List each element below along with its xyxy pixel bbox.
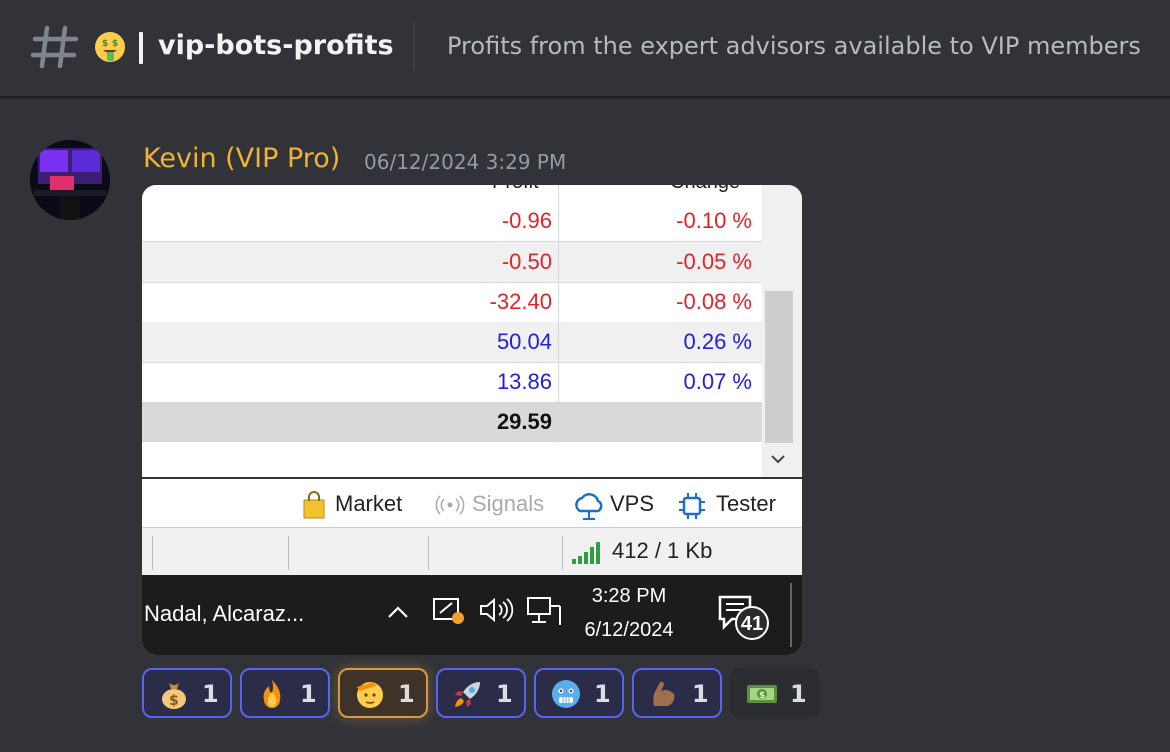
- total-profit: 29.59: [496, 409, 552, 434]
- reaction-cold-face[interactable]: 1: [534, 668, 624, 718]
- connection-status: 412 / 1 Kb: [612, 538, 713, 563]
- message-timestamp: 06/12/2024 3:29 PM: [364, 150, 567, 174]
- header-divider: [413, 23, 415, 71]
- taskbar-app-label[interactable]: Nadal, Alcaraz...: [144, 601, 304, 627]
- signal-bars-icon: [572, 542, 600, 564]
- channel-topic[interactable]: Profits from the expert advisors availab…: [447, 32, 1141, 60]
- image-attachment[interactable]: Profit Change -0.96 -0.10 % -0.50 -0.05 …: [142, 185, 802, 655]
- chip-icon: [679, 493, 705, 519]
- status-divider: [428, 536, 429, 570]
- profit-cell: -0.96: [501, 208, 552, 233]
- column-divider: [558, 185, 559, 443]
- reaction-flexed-biceps[interactable]: 1: [632, 668, 722, 718]
- channel-header: $ $ vip-bots-profits Profits from the ex…: [0, 0, 1170, 98]
- rocket-icon: [455, 682, 480, 707]
- money-bag-icon: $: [162, 683, 186, 709]
- status-divider: [288, 536, 289, 570]
- table-row: -32.40 -0.08 %: [142, 282, 762, 323]
- tab-signals[interactable]: Signals: [472, 489, 544, 519]
- network-icon[interactable]: [526, 595, 562, 627]
- status-divider: [562, 536, 563, 570]
- windows-taskbar: Nadal, Alcaraz... 3:28 PM 6/12/2024 41: [142, 575, 802, 655]
- taskbar-divider: [790, 583, 792, 647]
- change-column-header: Change: [670, 185, 740, 194]
- change-cell: -0.08 %: [676, 289, 752, 314]
- reaction-count: 1: [594, 680, 611, 708]
- hashtag-icon: [30, 25, 79, 69]
- reaction-fire[interactable]: 1: [240, 668, 330, 718]
- table-row: -0.50 -0.05 %: [142, 242, 762, 283]
- scrollbar-thumb[interactable]: [765, 291, 793, 443]
- profit-cell: 13.86: [496, 369, 552, 394]
- clock-date[interactable]: 6/12/2024: [574, 619, 684, 642]
- status-bar: 412 / 1 Kb: [142, 527, 802, 576]
- chevron-up-icon[interactable]: [386, 603, 410, 621]
- table-row: 13.86 0.07 %: [142, 362, 762, 403]
- change-cell: 0.26 %: [683, 329, 753, 354]
- profit-column-header: Profit: [492, 185, 539, 194]
- speaker-icon[interactable]: [478, 597, 514, 623]
- reaction-count: 1: [790, 680, 807, 708]
- tab-market[interactable]: Market: [335, 489, 402, 519]
- change-cell: 0.07 %: [683, 369, 753, 394]
- avatar[interactable]: [30, 140, 110, 220]
- clock-time[interactable]: 3:28 PM: [574, 585, 684, 608]
- reaction-count: 1: [692, 680, 709, 708]
- saluting-face-icon: [357, 682, 383, 708]
- reaction-money-bag[interactable]: $ 1: [142, 668, 232, 718]
- svg-text:$: $: [169, 693, 179, 709]
- profit-cell: 50.04: [496, 329, 552, 354]
- flexed-biceps-icon: [653, 681, 675, 706]
- message-author[interactable]: Kevin (VIP Pro): [143, 143, 340, 174]
- reaction-count: 1: [496, 680, 513, 708]
- svg-text:$: $: [102, 39, 108, 49]
- channel-name: vip-bots-profits: [158, 30, 394, 61]
- change-cell: -0.10 %: [676, 208, 752, 233]
- reaction-saluting-face[interactable]: 1: [338, 668, 428, 718]
- table-row: 50.04 0.26 %: [142, 322, 762, 363]
- shopping-bag-icon: [303, 491, 325, 519]
- reaction-count: 1: [398, 680, 415, 708]
- cold-face-icon: [552, 680, 580, 708]
- notification-count: 41: [740, 613, 764, 635]
- table-row: -0.96 -0.10 %: [142, 201, 762, 242]
- svg-text:$: $: [759, 691, 765, 701]
- reaction-dollar-banknote[interactable]: $ 1: [730, 668, 820, 718]
- signals-icon: [435, 495, 465, 515]
- avatar-image: [30, 140, 110, 220]
- change-cell: -0.05 %: [676, 249, 752, 274]
- profit-cell: -0.50: [501, 249, 552, 274]
- chevron-down-icon[interactable]: [768, 449, 788, 469]
- tab-vps[interactable]: VPS: [610, 489, 654, 519]
- channel-name-separator: [139, 32, 143, 64]
- money-mouth-face-icon: $ $: [95, 32, 125, 62]
- fire-icon: [263, 680, 281, 708]
- profit-cell: -32.40: [489, 289, 552, 314]
- total-row: 29.59: [142, 402, 762, 442]
- cloud-icon: [575, 493, 603, 520]
- svg-text:$: $: [112, 39, 118, 49]
- tab-tester[interactable]: Tester: [716, 489, 776, 519]
- reaction-count: 1: [202, 680, 219, 708]
- reaction-rocket[interactable]: 1: [436, 668, 526, 718]
- reaction-count: 1: [300, 680, 317, 708]
- dollar-banknote-icon: $: [747, 685, 777, 703]
- status-divider: [152, 536, 153, 570]
- display-update-icon[interactable]: [432, 595, 466, 625]
- terminal-tabbar: Market Signals VPS Tester: [142, 477, 802, 529]
- cut-column-headers: Profit Change: [142, 185, 802, 201]
